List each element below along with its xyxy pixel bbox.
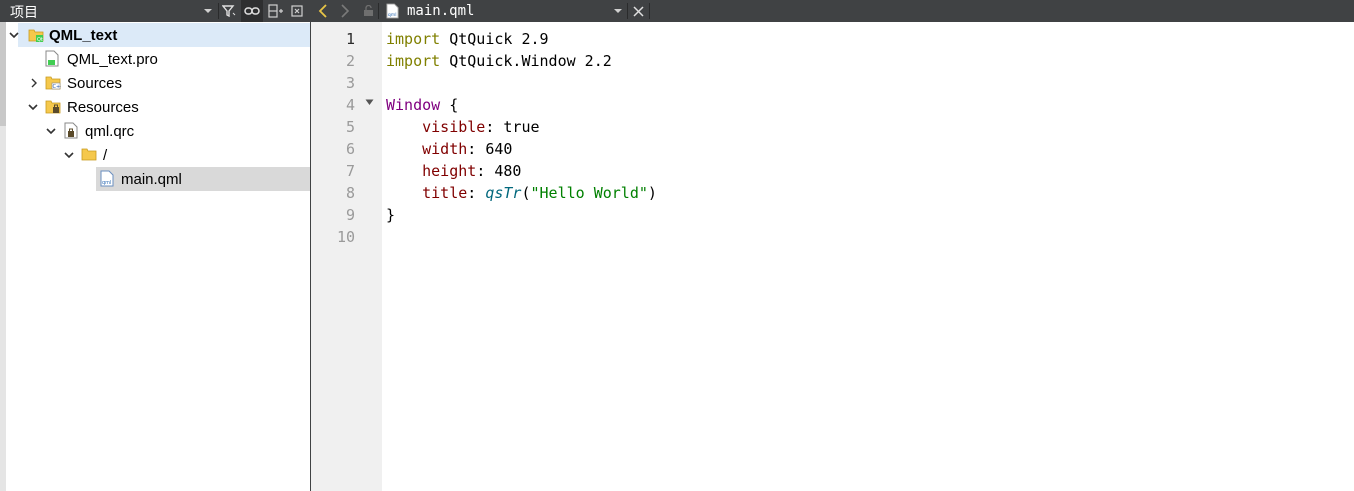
line-number: 7 xyxy=(345,162,355,180)
close-pane-icon[interactable] xyxy=(288,0,306,22)
back-arrow-icon[interactable] xyxy=(314,0,332,22)
line-number: 1 xyxy=(345,30,355,48)
resources-label: Resources xyxy=(67,98,139,116)
chevron-right-icon[interactable] xyxy=(28,77,40,89)
link-with-editor-icon[interactable] xyxy=(241,0,263,22)
line-number: 3 xyxy=(345,74,355,92)
code-token: : 640 xyxy=(467,140,513,158)
open-files-dropdown-icon[interactable] xyxy=(611,0,625,22)
fold-marker-icon[interactable] xyxy=(365,99,374,106)
project-name-label: QML_text xyxy=(49,26,118,44)
chevron-down-icon[interactable] xyxy=(8,29,20,41)
code-token: ( xyxy=(521,184,531,202)
code-editor[interactable]: import QtQuick 2.9 import QtQuick.Window… xyxy=(386,28,657,248)
code-token: QtQuick.Window 2.2 xyxy=(440,52,612,70)
code-token: : 480 xyxy=(476,162,522,180)
pro-file-icon xyxy=(45,50,59,67)
code-line: Window { xyxy=(386,94,657,116)
tree-item-resources[interactable]: Resources xyxy=(26,95,300,119)
toolbar-separator xyxy=(218,3,219,19)
project-pane-toolbar: 项目 xyxy=(0,0,310,22)
chevron-down-icon[interactable] xyxy=(27,101,39,113)
code-line: height: 480 xyxy=(386,160,657,182)
type-token: Window xyxy=(386,96,441,114)
line-number: 8 xyxy=(345,184,355,202)
close-document-icon[interactable] xyxy=(629,0,647,22)
code-line: visible: true xyxy=(386,116,657,138)
line-number: 5 xyxy=(345,118,355,136)
pro-file-label: QML_text.pro xyxy=(67,50,158,68)
filter-icon[interactable] xyxy=(220,0,238,22)
sources-label: Sources xyxy=(67,74,123,92)
chevron-down-icon[interactable] xyxy=(63,149,75,161)
view-selector-dropdown-icon[interactable] xyxy=(200,0,216,22)
property-token: visible xyxy=(422,118,486,136)
property-token: height xyxy=(422,162,477,180)
toolbar-separator xyxy=(649,3,650,19)
tree-item-prefix[interactable]: / xyxy=(62,143,300,167)
forward-arrow-icon[interactable] xyxy=(336,0,354,22)
split-add-icon[interactable] xyxy=(266,0,286,22)
qml-file-icon: qml xyxy=(100,170,114,187)
svg-text:C++: C++ xyxy=(53,84,62,90)
code-token: } xyxy=(386,206,396,224)
line-number: 9 xyxy=(345,206,355,224)
code-token: ) xyxy=(647,184,657,202)
folder-icon xyxy=(81,148,97,161)
tree-item-sources[interactable]: C++ Sources xyxy=(26,71,300,95)
code-line: import QtQuick.Window 2.2 xyxy=(386,50,657,72)
open-file-combo-label[interactable]: main.qml xyxy=(407,3,474,19)
code-line: } xyxy=(386,204,657,226)
tree-item-project[interactable]: Qt QML_text xyxy=(9,23,310,47)
qml-file-icon: qml xyxy=(383,0,401,22)
line-number: 4 xyxy=(345,96,355,114)
svg-text:qml: qml xyxy=(102,180,111,186)
function-token: qsTr xyxy=(485,184,522,202)
code-line: width: 640 xyxy=(386,138,657,160)
qrc-file-icon xyxy=(64,122,78,139)
code-token: QtQuick 2.9 xyxy=(440,30,549,48)
code-line: import QtQuick 2.9 xyxy=(386,28,657,50)
sources-folder-icon: C++ xyxy=(45,76,62,90)
line-number: 10 xyxy=(336,228,355,246)
toolbar-separator xyxy=(378,3,379,19)
tree-item-qrc[interactable]: qml.qrc xyxy=(44,119,300,143)
lock-icon[interactable] xyxy=(360,0,376,22)
toolbar-separator xyxy=(627,3,628,19)
line-number: 6 xyxy=(345,140,355,158)
keyword-token: import xyxy=(386,52,441,70)
line-number-gutter: 1 2 3 4 5 6 7 8 9 10 xyxy=(311,22,382,491)
code-token: : true xyxy=(485,118,540,136)
svg-text:Qt: Qt xyxy=(37,37,43,43)
code-line: title: qsTr("Hello World") xyxy=(386,182,657,204)
main-qml-label: main.qml xyxy=(121,170,182,188)
editor-toolbar: qml main.qml xyxy=(311,0,1354,22)
svg-text:qml: qml xyxy=(387,12,396,18)
keyword-token: import xyxy=(386,30,441,48)
qrc-label: qml.qrc xyxy=(85,122,135,140)
string-token: "Hello World" xyxy=(530,184,648,202)
chevron-down-icon[interactable] xyxy=(45,125,57,137)
code-token: : xyxy=(467,184,486,202)
line-number: 2 xyxy=(345,52,355,70)
tree-item-pro-file[interactable]: QML_text.pro xyxy=(40,47,300,71)
property-token: width xyxy=(422,140,468,158)
prefix-label: / xyxy=(103,146,108,164)
code-token: { xyxy=(440,96,459,114)
project-pane-title: 项目 xyxy=(10,5,38,21)
qt-project-folder-icon: Qt xyxy=(28,29,44,43)
tree-item-main-qml[interactable]: qml main.qml xyxy=(96,167,310,191)
resources-folder-icon xyxy=(45,100,61,114)
property-token: title xyxy=(422,184,468,202)
